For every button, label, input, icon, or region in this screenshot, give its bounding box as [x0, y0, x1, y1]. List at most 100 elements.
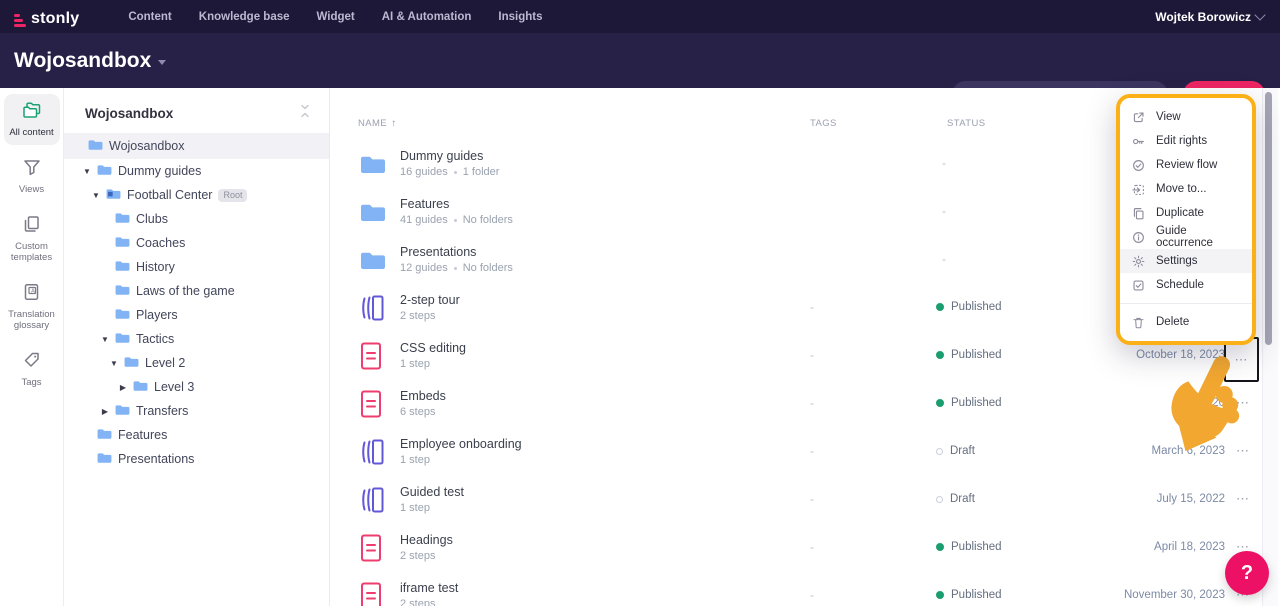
menu-item-guide-occurrence[interactable]: Guide occurrence	[1120, 225, 1252, 249]
scrollbar-thumb[interactable]	[1265, 92, 1272, 345]
tree-item-football-center[interactable]: ▼Football CenterRoot	[64, 183, 329, 207]
tree-item-clubs[interactable]: Clubs	[64, 207, 329, 231]
tree-expand-arrow-down-icon[interactable]: ▼	[91, 191, 101, 200]
sidebar-item-tags[interactable]: Tags	[4, 344, 60, 395]
sidebar-item-translation-glossary[interactable]: A Translation glossary	[4, 276, 60, 338]
tree-expand-arrow-down-icon[interactable]: ▼	[100, 335, 110, 344]
sidebar-item-label: Translation glossary	[6, 310, 58, 332]
row-date: March 6, 2023	[1151, 445, 1225, 457]
tags-empty-dash: -	[810, 492, 814, 506]
menu-item-move-to-[interactable]: Move to...	[1120, 177, 1252, 201]
tree-item-label: Tactics	[136, 332, 174, 346]
status-badge: Draft	[936, 493, 975, 505]
tree-item-dummy-guides[interactable]: ▼Dummy guides	[64, 159, 329, 183]
row-date: November 30, 2023	[1124, 589, 1225, 601]
status-badge: Published	[936, 589, 1002, 601]
stonly-logo[interactable]: stonly	[14, 6, 94, 28]
tree-item-transfers[interactable]: ▶ Transfers	[64, 399, 329, 423]
menu-item-schedule[interactable]: Schedule	[1120, 273, 1252, 297]
help-button[interactable]: ?	[1225, 551, 1269, 595]
row-meta: 2 steps	[400, 550, 435, 562]
tree-title: Wojosandbox	[85, 106, 173, 121]
menu-item-label: Guide occurrence	[1156, 225, 1240, 249]
nav-item-ai-automation[interactable]: AI & Automation	[382, 11, 472, 23]
sidebar-item-views[interactable]: Views	[4, 151, 60, 202]
menu-item-duplicate[interactable]: Duplicate	[1120, 201, 1252, 225]
row-meta: 6 steps	[400, 406, 435, 418]
workspace-header: Wojosandbox Add new	[0, 33, 1280, 88]
sidebar-item-all-content[interactable]: All content	[4, 94, 60, 145]
table-row-headings[interactable]: Headings2 steps- PublishedApril 18, 2023…	[330, 524, 1280, 572]
ukraine-flag-icon	[82, 9, 94, 17]
table-row-employee-onboarding[interactable]: Employee onboarding1 step- DraftMarch 6,…	[330, 428, 1280, 476]
table-row-guided-test[interactable]: Guided test1 step- DraftJuly 15, 2022⋯	[330, 476, 1280, 524]
menu-item-review-flow[interactable]: Review flow	[1120, 153, 1252, 177]
row-date: May 2, 20	[1175, 397, 1226, 409]
sidebar-item-custom-templates[interactable]: Custom templates	[4, 208, 60, 270]
row-menu-trigger[interactable]: ⋯	[1231, 391, 1255, 415]
folder-icon	[360, 258, 386, 275]
column-header-name[interactable]: NAME↑	[358, 118, 396, 129]
menu-item-label: Settings	[1156, 255, 1198, 267]
collapse-panel-icon[interactable]	[299, 104, 311, 123]
tree-expand-arrow-down-icon[interactable]: ▼	[109, 359, 119, 368]
folder-icon	[88, 138, 103, 154]
tags-empty-dash: -	[810, 348, 814, 362]
tree-item-players[interactable]: Players	[64, 303, 329, 327]
schedule-icon	[1132, 279, 1145, 292]
row-menu-trigger[interactable]: ⋯	[1235, 352, 1249, 367]
table-row-iframe-test[interactable]: iframe test2 steps- PublishedNovember 30…	[330, 572, 1280, 606]
tree-expand-arrow-right-icon[interactable]: ▶	[118, 383, 128, 392]
status-badge: Published	[936, 397, 1002, 409]
tree-item-level-3[interactable]: ▶ Level 3	[64, 375, 329, 399]
tree-item-wojosandbox[interactable]: Wojosandbox	[64, 133, 329, 159]
tree-expand-arrow-down-icon[interactable]: ▼	[82, 167, 92, 176]
documents-icon	[23, 220, 40, 237]
tree-item-level-2[interactable]: ▼ Level 2	[64, 351, 329, 375]
tree-item-features[interactable]: Features	[64, 423, 329, 447]
tree-item-label: Transfers	[136, 404, 188, 418]
folder-icon	[115, 403, 130, 419]
draft-circle-icon	[936, 496, 943, 503]
tree-item-laws-of-the-game[interactable]: Laws of the game	[64, 279, 329, 303]
table-row-embeds[interactable]: Embeds6 steps- PublishedMay 2, 20⋯	[330, 380, 1280, 428]
tree-item-label: Level 3	[154, 380, 194, 394]
sidebar-item-label: Views	[6, 185, 58, 196]
folder-icon	[133, 379, 148, 395]
tree-item-tactics[interactable]: ▼ Tactics	[64, 327, 329, 351]
folders-icon	[22, 106, 42, 123]
sidebar-item-label: Custom templates	[6, 242, 58, 264]
tree-expand-arrow-right-icon[interactable]: ▶	[100, 407, 110, 416]
nav-item-knowledge-base[interactable]: Knowledge base	[199, 11, 290, 23]
published-dot-icon	[936, 399, 944, 407]
tour-guide-icon	[360, 501, 385, 518]
row-menu-trigger[interactable]: ⋯	[1231, 439, 1255, 463]
status-badge: Published	[936, 541, 1002, 553]
status-empty-dash: -	[942, 204, 946, 218]
menu-item-settings[interactable]: Settings	[1120, 249, 1252, 273]
tree-item-history[interactable]: History	[64, 255, 329, 279]
row-title: Embeds	[400, 389, 446, 403]
nav-item-insights[interactable]: Insights	[498, 11, 542, 23]
row-menu-trigger[interactable]: ⋯	[1231, 487, 1255, 511]
menu-item-edit-rights[interactable]: Edit rights	[1120, 129, 1252, 153]
tree-item-label: Features	[118, 428, 167, 442]
tree-item-label: Clubs	[136, 212, 168, 226]
tree-item-label: Level 2	[145, 356, 185, 370]
nav-item-widget[interactable]: Widget	[317, 11, 355, 23]
menu-item-delete[interactable]: Delete	[1120, 310, 1252, 334]
tree-item-coaches[interactable]: Coaches	[64, 231, 329, 255]
row-title: 2-step tour	[400, 293, 460, 307]
workspace-title-dropdown[interactable]: Wojosandbox	[14, 49, 166, 73]
menu-item-view[interactable]: View	[1120, 105, 1252, 129]
folder-tree-panel: Wojosandbox Wojosandbox▼Dummy guides▼Foo…	[64, 88, 330, 606]
menu-item-label: Delete	[1156, 316, 1189, 328]
published-dot-icon	[936, 351, 944, 359]
published-dot-icon	[936, 543, 944, 551]
tree-item-presentations[interactable]: Presentations	[64, 447, 329, 471]
user-menu[interactable]: Wojtek Borowicz	[1155, 10, 1264, 24]
guide-icon	[360, 597, 382, 606]
chevron-down-icon	[1254, 9, 1265, 20]
tags-empty-dash: -	[810, 300, 814, 314]
nav-item-content[interactable]: Content	[128, 11, 171, 23]
